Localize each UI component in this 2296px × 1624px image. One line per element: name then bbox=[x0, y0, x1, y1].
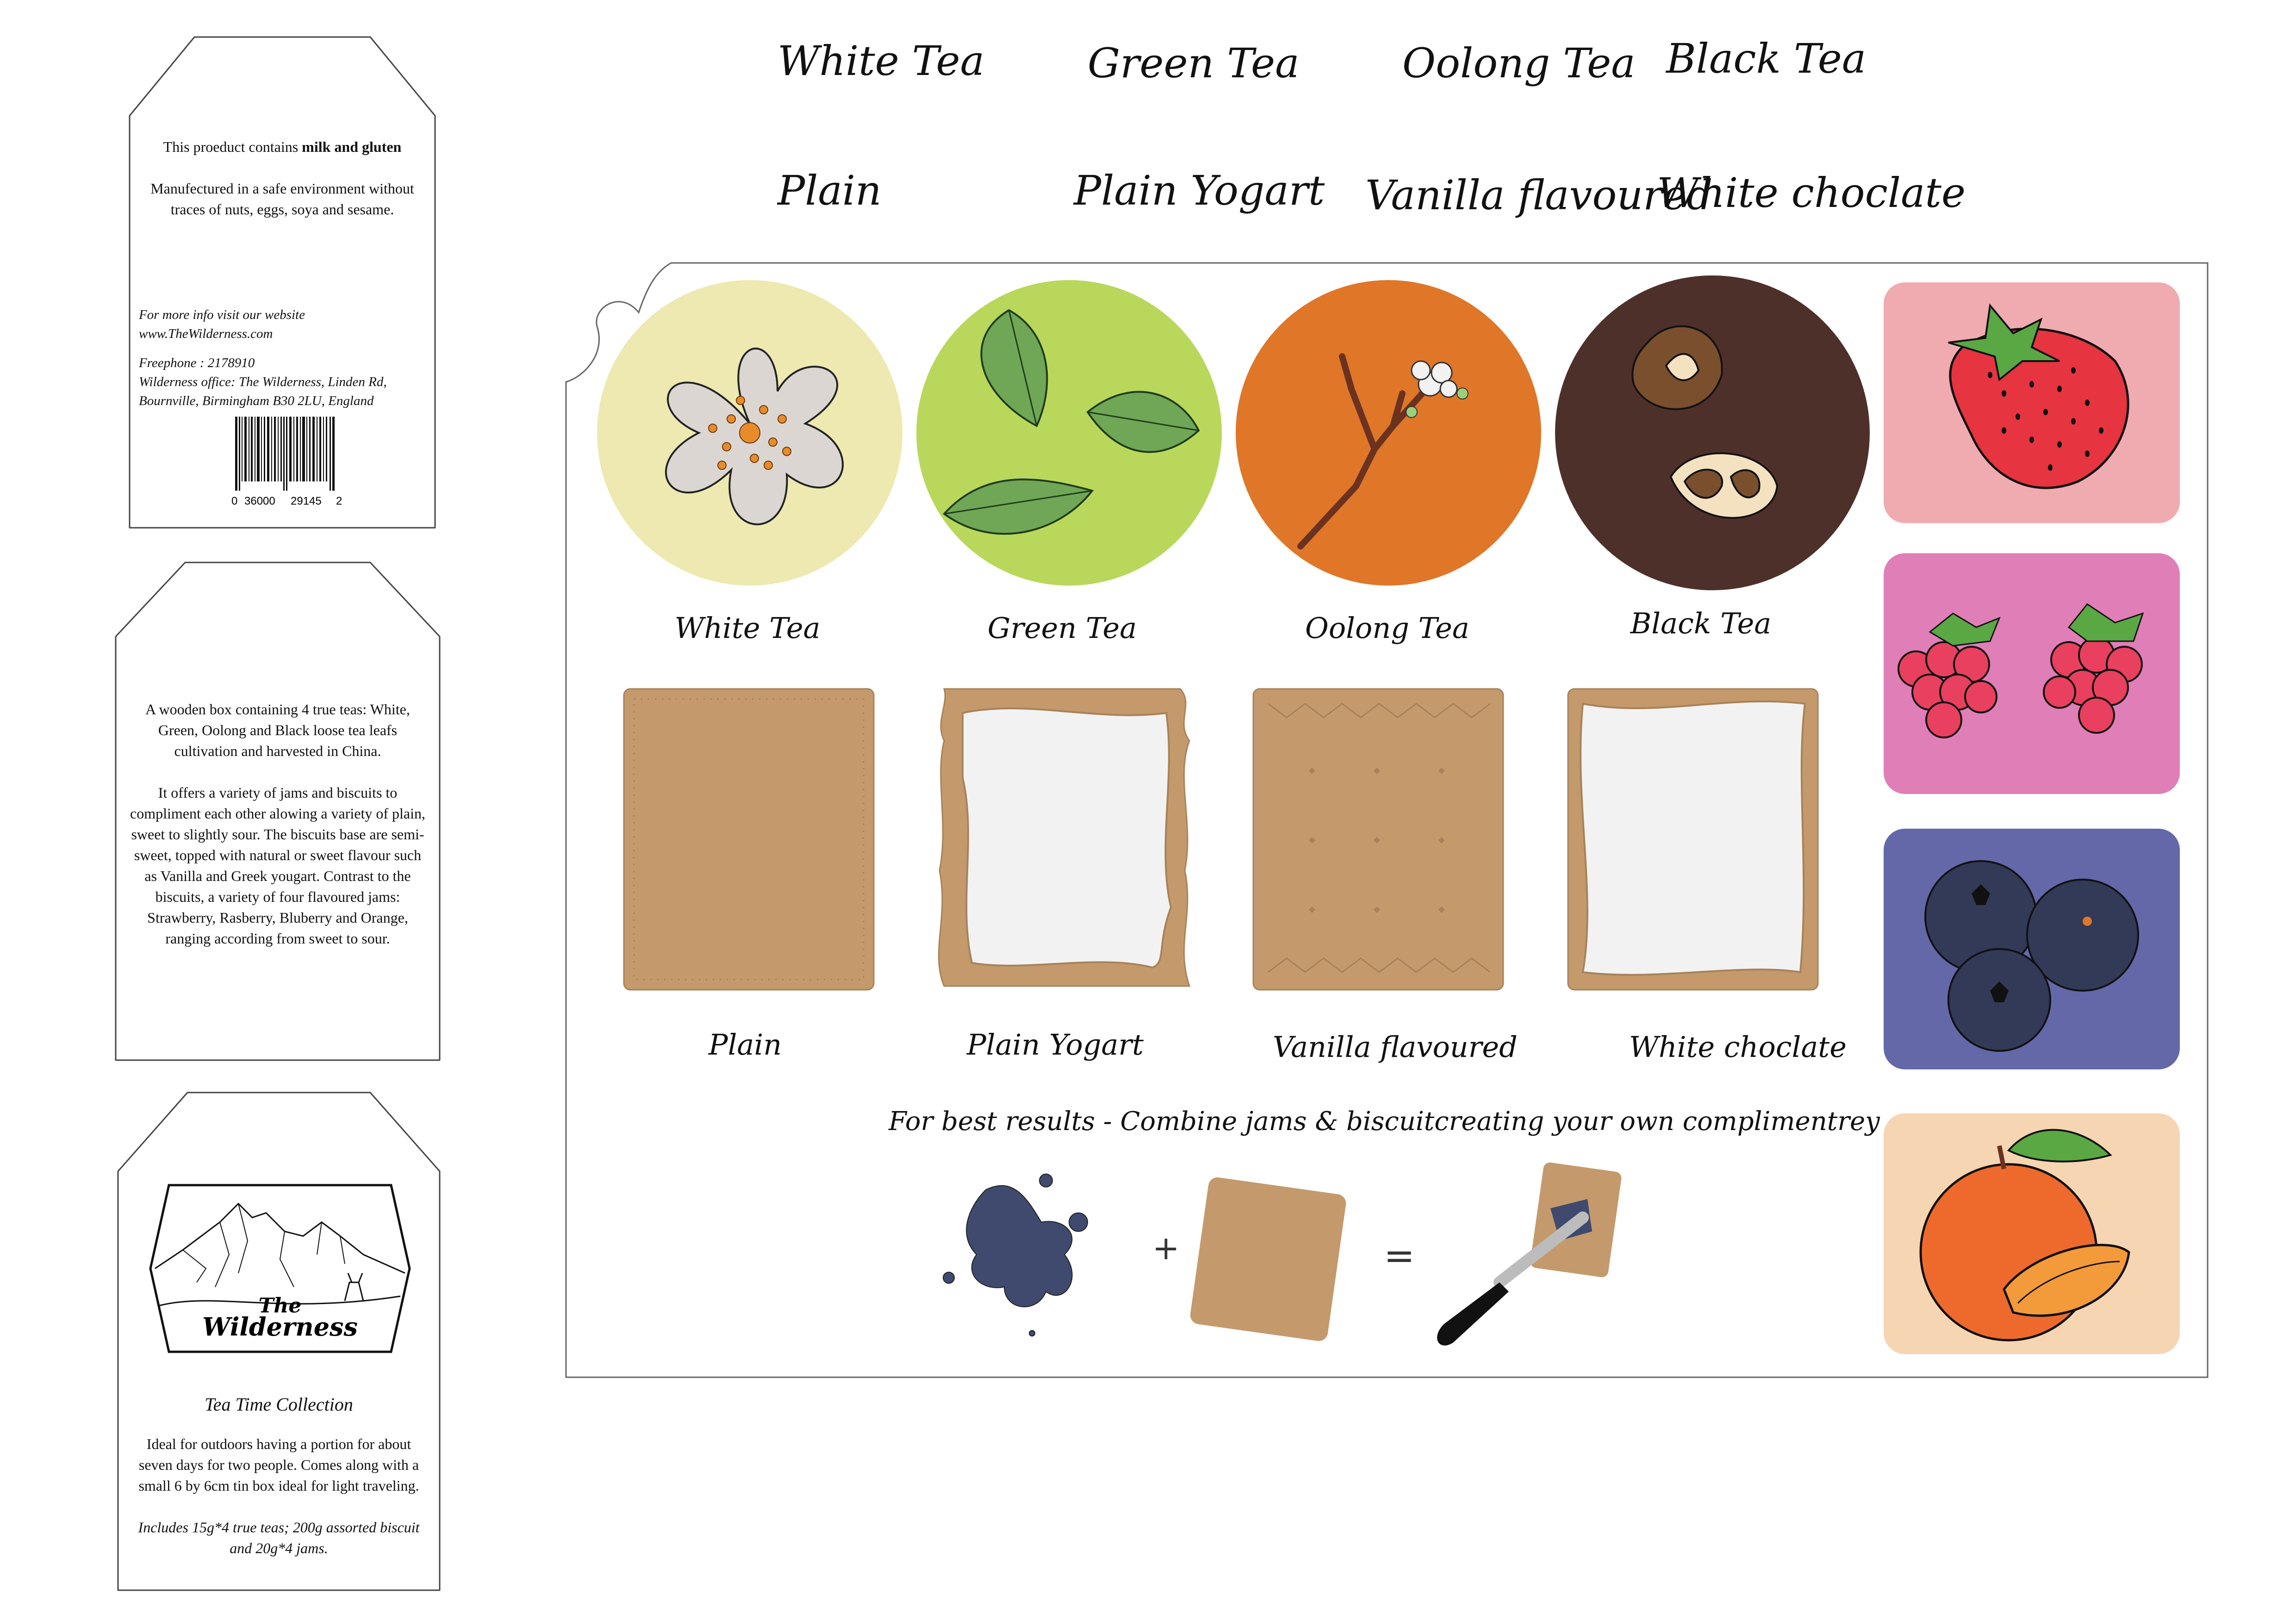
collection-title: Tea Time Collection bbox=[205, 1394, 353, 1415]
vanilla-biscuit bbox=[1252, 688, 1504, 991]
barcode-digit: 0 bbox=[231, 495, 237, 507]
collection-description: Ideal for outdoors having a portion for … bbox=[138, 1436, 419, 1494]
includes-text: Includes 15g*4 true teas; 200g assorted … bbox=[138, 1519, 420, 1556]
blueberry-icon bbox=[1924, 860, 2139, 1052]
box-description: A wooden box containing 4 true teas: Whi… bbox=[145, 701, 410, 759]
oolong-tea-circle bbox=[1236, 280, 1541, 586]
tea-label-oolong: Oolong Tea bbox=[1305, 611, 1469, 645]
tea-label-white: White Tea bbox=[674, 611, 821, 645]
white-tea-circle bbox=[597, 280, 902, 586]
biscuit-label-vanilla: Vanilla flavoured bbox=[1273, 1030, 1518, 1064]
knife-with-jam-biscuit bbox=[1437, 1162, 1622, 1346]
biscuit-illustrations bbox=[623, 688, 1819, 991]
tea-label-green: Green Tea bbox=[987, 611, 1137, 645]
biscuit-icon bbox=[1190, 1177, 1346, 1341]
biscuit-label-yogart: Plain Yogart bbox=[966, 1028, 1144, 1062]
biscuit-label-choc: White choclate bbox=[1629, 1030, 1847, 1064]
header-tea-oolong: Oolong Tea bbox=[1402, 39, 1636, 87]
yogart-biscuit bbox=[938, 688, 1191, 987]
combine-tip: For best results - Combine jams & biscui… bbox=[889, 1106, 1880, 1137]
header-tea-green: Green Tea bbox=[1088, 39, 1300, 87]
barcode: 0 36000 29145 2 bbox=[231, 417, 342, 507]
description-tag: A wooden box containing 4 true teas: Whi… bbox=[111, 558, 444, 1067]
allergen-statement: This proeduct contains milk and gluten bbox=[163, 138, 402, 155]
header-tea-white: White Tea bbox=[778, 37, 985, 85]
white-chocolate-biscuit bbox=[1567, 688, 1819, 991]
barcode-digit: 36000 bbox=[244, 495, 275, 507]
pairing-description: It offers a variety of jams and biscuits… bbox=[130, 784, 425, 947]
tea-illustrations bbox=[597, 275, 1870, 590]
header-biscuit-yogart: Plain Yogart bbox=[1074, 167, 1325, 214]
info-line: For more info visit our website bbox=[139, 307, 305, 322]
orange-icon bbox=[1919, 1129, 2130, 1342]
website-link[interactable]: www.TheWilderness.com bbox=[139, 325, 426, 344]
biscuit-label-plain: Plain bbox=[708, 1028, 782, 1062]
black-tea-circle bbox=[1555, 275, 1870, 590]
plus-sign: + bbox=[1152, 1229, 1180, 1267]
green-tea-circle bbox=[916, 280, 1222, 586]
wilderness-logo: The Wilderness bbox=[149, 1184, 411, 1353]
tea-label-black: Black Tea bbox=[1630, 606, 1772, 640]
combination-illustration: + = bbox=[943, 1162, 1622, 1346]
logo-word: Wilderness bbox=[202, 1312, 358, 1342]
info-tag: This proeduct contains milk and gluten M… bbox=[120, 28, 444, 537]
header-biscuit-choc: White choclate bbox=[1657, 169, 1966, 217]
header-tea-black: Black Tea bbox=[1666, 35, 1867, 82]
manufacture-statement: Manufectured in a safe environment witho… bbox=[150, 180, 414, 218]
office-address: Wilderness office: The Wilderness, Linde… bbox=[139, 375, 387, 408]
strawberry-icon bbox=[1948, 303, 2129, 489]
collection-tag: The Wilderness Tea Time Collection Ideal… bbox=[113, 1088, 444, 1597]
barcode-digit: 2 bbox=[336, 495, 342, 507]
raspberry-icon bbox=[1898, 603, 2144, 738]
jam-splat bbox=[943, 1174, 1088, 1337]
equals-sign: = bbox=[1384, 1234, 1415, 1277]
freephone: Freephone : 2178910 bbox=[139, 356, 255, 370]
plain-biscuit bbox=[623, 688, 875, 991]
header-biscuit-plain: Plain bbox=[778, 167, 882, 214]
barcode-digit: 29145 bbox=[291, 495, 322, 507]
fruit-illustrations bbox=[1898, 303, 2144, 1342]
